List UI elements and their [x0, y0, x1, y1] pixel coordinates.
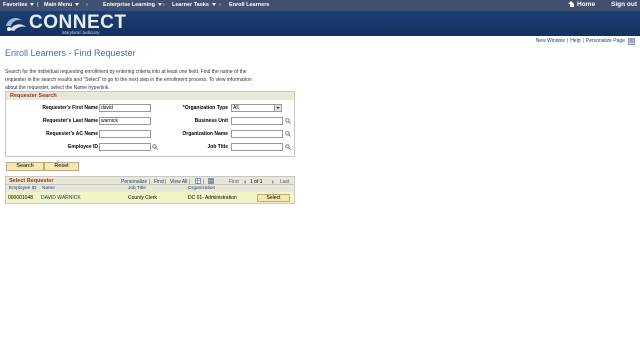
last-name-label: Requester's Last Name — [42, 118, 98, 124]
lookup-icon[interactable] — [285, 131, 291, 137]
page-links: New Window | Help | Personalize Page — [536, 38, 625, 44]
first-page-label: First — [229, 178, 239, 185]
sign-out-link[interactable]: Sign out — [611, 1, 637, 8]
main-menu-label: Main Menu — [44, 2, 73, 8]
column-header-name[interactable]: Name — [42, 186, 55, 191]
grid-nav-separator: | — [165, 178, 167, 185]
grid-icon[interactable] — [195, 178, 201, 184]
instructions-text: Search for the individual requesting enr… — [5, 69, 252, 91]
grid-column-headers: Employee ID Name Job Title Organization — [5, 185, 295, 192]
lookup-icon[interactable] — [152, 144, 158, 150]
top-navigation-bar: Favorites | Main Menu › Enterprise Learn… — [0, 0, 640, 11]
row-range: 1 of 1 — [250, 178, 263, 185]
nav-separator: | — [37, 2, 39, 8]
favorites-menu[interactable]: Favorites — [3, 2, 35, 8]
breadcrumb-separator: › — [219, 2, 221, 8]
business-unit-input[interactable] — [231, 117, 283, 125]
personalize-link[interactable]: Personalize — [121, 179, 147, 185]
logo-mark-icon — [6, 18, 26, 31]
reset-button[interactable]: Reset — [44, 162, 79, 171]
main-menu[interactable]: Main Menu — [44, 2, 80, 8]
chevron-down-icon — [75, 3, 80, 7]
enterprise-learning-menu[interactable]: Enterprise Learning — [103, 2, 162, 8]
favorites-label: Favorites — [3, 2, 28, 8]
column-header-organization[interactable]: Organization — [188, 186, 215, 191]
organization-name-input[interactable] — [231, 130, 283, 138]
view-all-link[interactable]: View All — [170, 179, 187, 185]
employee-id-label: Employee ID — [67, 144, 98, 150]
grid-nav-separator: | — [189, 178, 191, 185]
home-label: Home — [577, 1, 596, 8]
help-icon[interactable] — [628, 38, 635, 45]
job-title-cell: County Clerk — [128, 195, 157, 201]
download-icon[interactable] — [208, 178, 214, 184]
enterprise-learning-label: Enterprise Learning — [103, 2, 155, 8]
column-header-employee-id[interactable]: Employee ID — [9, 186, 36, 191]
business-unit-label: Business Unit — [194, 118, 228, 124]
chevron-down-icon — [211, 3, 216, 7]
lookup-icon[interactable] — [285, 118, 291, 124]
select-requester-grid: Select Requester Personalize | Find | Vi… — [5, 176, 295, 206]
organization-type-select[interactable]: All — [231, 104, 282, 112]
help-link[interactable]: Help — [570, 38, 580, 44]
grid-nav-separator: | — [149, 178, 151, 185]
breadcrumb-separator: › — [163, 2, 165, 8]
organization-type-value: All — [233, 105, 239, 111]
home-icon — [568, 1, 575, 7]
ac-name-input[interactable] — [99, 130, 151, 138]
learner-tasks-label: Learner Tasks — [172, 2, 209, 8]
link-separator: | — [566, 38, 569, 44]
organization-cell: DC 01- Administration — [188, 195, 237, 201]
find-link[interactable]: Find — [154, 179, 164, 185]
employee-id-input[interactable] — [99, 143, 151, 151]
previous-icon[interactable] — [242, 179, 248, 185]
personalize-page-link[interactable]: Personalize Page — [586, 38, 625, 44]
lookup-icon[interactable] — [285, 144, 291, 150]
grid-title: Select Requester — [9, 178, 54, 184]
first-name-label: Requester's First Name — [42, 105, 98, 111]
job-title-input[interactable] — [231, 143, 283, 151]
column-header-job-title[interactable]: Job Title — [128, 186, 146, 191]
table-row: 000001048 DAVID WARNICK County Clerk DC … — [5, 192, 295, 204]
grid-nav-separator: | — [203, 178, 205, 185]
grid-header: Select Requester Personalize | Find | Vi… — [5, 176, 295, 185]
breadcrumb-separator: › — [86, 2, 88, 8]
dropdown-icon — [274, 105, 281, 111]
last-page-label: Last — [280, 178, 290, 185]
chevron-down-icon — [157, 3, 162, 7]
first-name-input[interactable]: david — [99, 104, 151, 112]
next-icon[interactable] — [270, 179, 276, 185]
last-name-input[interactable]: warnick — [99, 117, 151, 125]
enroll-learners-crumb[interactable]: Enroll Learners — [229, 2, 269, 8]
ac-name-label: Requester's AC Name — [46, 131, 98, 137]
employee-id-cell: 000001048 — [8, 195, 34, 201]
learner-tasks-menu[interactable]: Learner Tasks — [172, 2, 216, 8]
requester-name-link[interactable]: DAVID WARNICK — [41, 195, 81, 201]
job-title-label: Job Title — [207, 144, 228, 150]
brand-subtitle: Maryland Judiciary — [62, 30, 100, 35]
home-link[interactable]: Home — [568, 1, 595, 8]
requester-search-header: Requester Search — [6, 92, 294, 100]
page-title: Enroll Learners - Find Requester — [5, 48, 136, 58]
link-separator: | — [582, 38, 584, 44]
chevron-down-icon — [30, 3, 35, 7]
search-button[interactable]: Search — [6, 162, 44, 171]
select-requester-button[interactable]: Select — [257, 194, 290, 202]
new-window-link[interactable]: New Window — [536, 38, 565, 44]
organization-type-label: *Organization Type — [182, 105, 228, 111]
organization-name-label: Organization Name — [182, 131, 228, 137]
